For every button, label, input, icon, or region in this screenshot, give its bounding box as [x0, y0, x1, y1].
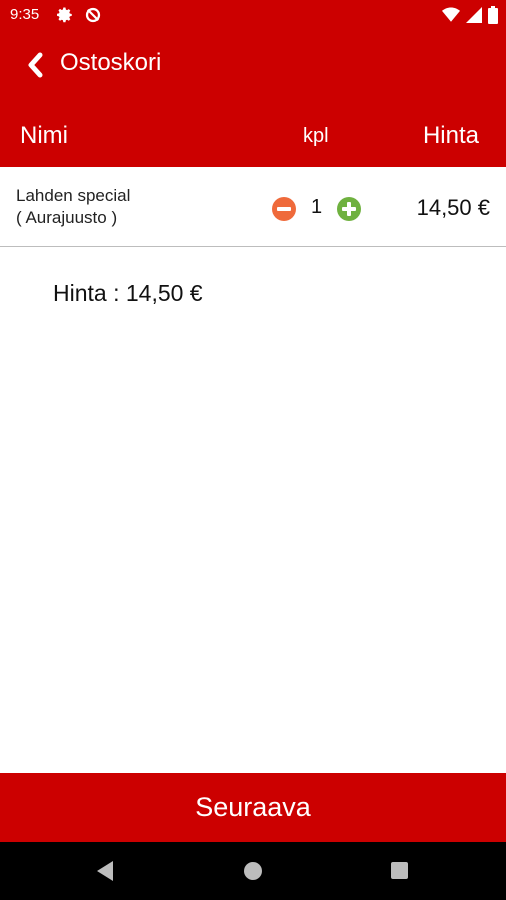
- total-price: Hinta : 14,50 €: [53, 280, 203, 306]
- signal-icon: [466, 7, 482, 23]
- item-name: Lahden special ( Aurajuusto ): [16, 185, 130, 229]
- nav-back-icon[interactable]: [97, 861, 113, 881]
- chevron-left-icon: [28, 52, 43, 78]
- back-button[interactable]: [18, 50, 52, 80]
- status-bar: 9:35: [0, 0, 506, 30]
- status-time: 9:35: [10, 6, 40, 23]
- item-name-line1: Lahden special: [16, 186, 131, 205]
- column-header-price: Hinta: [422, 122, 479, 149]
- nav-home-icon[interactable]: [244, 862, 262, 880]
- status-left-icons: [56, 6, 102, 24]
- battery-icon: [488, 6, 498, 24]
- wifi-icon: [442, 7, 460, 22]
- status-right-icons: [442, 6, 498, 24]
- gear-icon: [57, 7, 72, 23]
- system-nav-bar: [0, 842, 506, 900]
- column-header-quantity: kpl: [303, 125, 329, 147]
- next-button[interactable]: Seuraava: [0, 773, 506, 842]
- item-quantity: 1: [311, 196, 323, 218]
- item-name-line2: ( Aurajuusto ): [16, 208, 118, 227]
- no-sync-icon: [85, 7, 101, 23]
- decrease-quantity-button[interactable]: [272, 197, 296, 221]
- column-header-name: Nimi: [20, 122, 68, 149]
- increase-quantity-button[interactable]: [337, 197, 361, 221]
- nav-recents-icon[interactable]: [391, 862, 408, 879]
- item-price: 14,50 €: [416, 195, 490, 220]
- app-bar: Ostoskori Nimi kpl Hinta: [0, 30, 506, 167]
- page-title: Ostoskori: [60, 49, 162, 76]
- cart-item-row: Lahden special ( Aurajuusto ) 1 14,50 €: [0, 167, 506, 247]
